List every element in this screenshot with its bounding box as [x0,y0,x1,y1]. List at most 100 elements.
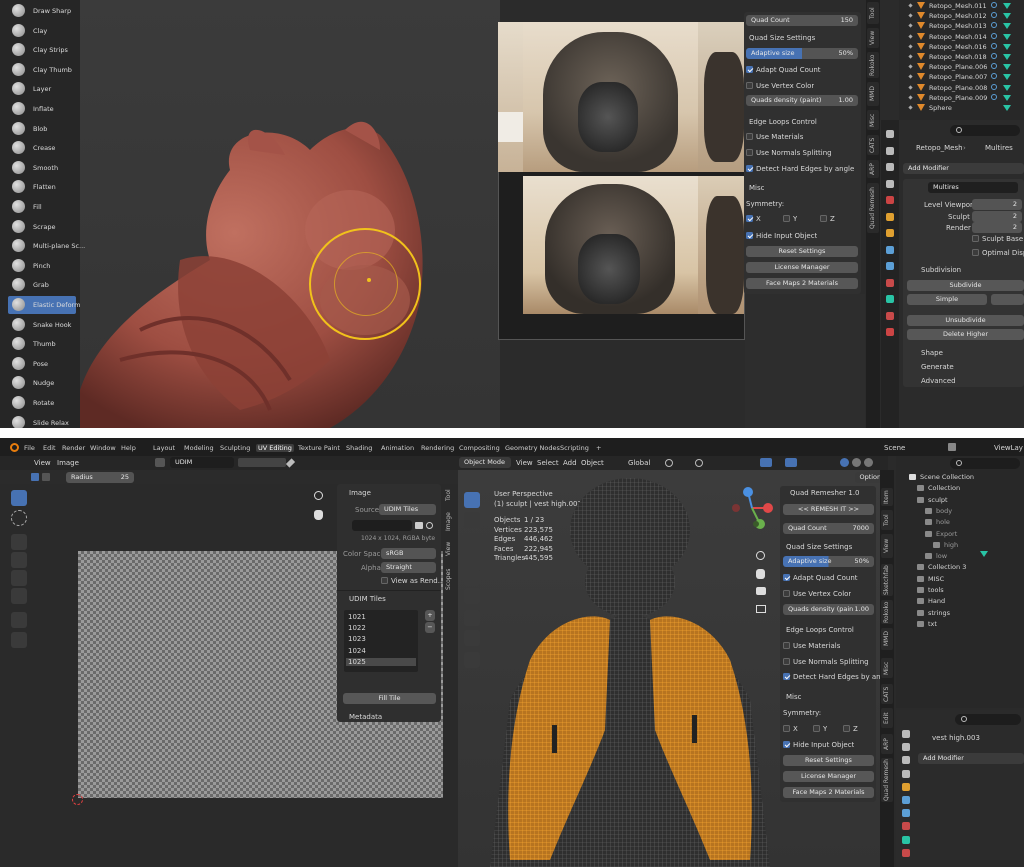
uv-tool-icon-2[interactable] [42,473,50,481]
menu-window[interactable]: Window [90,444,116,452]
add-tile-button[interactable]: + [425,610,435,621]
quads-density-field-bottom[interactable]: Quads density (pain 1.00 [783,604,874,615]
add-modifier-dropdown-bottom[interactable]: Add Modifier [918,753,1024,764]
properties-tab-icon[interactable] [886,146,894,155]
workspace-tab[interactable]: Texture Paint [298,444,340,452]
shading-render-icon[interactable] [864,458,873,467]
2d-cursor-icon[interactable] [72,794,83,805]
proportional-edit-icon[interactable] [695,459,703,467]
brush-item[interactable]: Nudge [8,374,76,392]
image-path-field[interactable] [352,520,412,531]
brush-item[interactable]: Clay [8,22,76,40]
properties-tab-icon[interactable] [886,328,894,336]
sidebar-tab[interactable]: MMD [881,628,893,650]
linear-button[interactable] [991,294,1024,305]
face-maps-materials-button[interactable]: Face Maps 2 Materials [746,278,858,289]
viewport-view-menu[interactable]: View [516,459,533,467]
properties-tab-icon[interactable] [902,769,910,778]
sidebar-tab[interactable]: Quad Remesh [881,758,893,802]
add-workspace-icon[interactable]: + [596,444,601,452]
properties-tab-icon[interactable] [902,822,910,831]
outliner-item[interactable]: Sphere [903,103,1023,113]
workspace-tab[interactable]: Rendering [421,444,454,452]
menu-help[interactable]: Help [121,444,136,452]
menu-file[interactable]: File [24,444,35,452]
properties-tab-icon[interactable] [886,179,894,188]
uv-sidebar-tab[interactable]: View [443,538,455,560]
uv-sidebar-tab[interactable]: Image [443,510,455,534]
transform-tool-icon[interactable] [11,588,27,604]
face-maps-materials-button-bottom[interactable]: Face Maps 2 Materials [783,787,874,798]
properties-tab-icon[interactable] [886,311,894,320]
properties-tab-icon[interactable] [886,245,894,254]
hide-input-object-checkbox-bottom[interactable] [783,741,790,748]
shape-panel-header[interactable]: Shape [921,349,943,357]
outliner-item[interactable]: Retopo_Plane.006 [903,62,1023,72]
shading-solid-icon[interactable] [840,458,849,467]
outliner-item[interactable]: Collection 3 [903,562,1021,572]
radius-field[interactable]: Radius 25 [66,472,134,483]
brush-item[interactable]: Smooth [8,159,76,177]
source-dropdown[interactable]: UDIM Tiles [379,504,436,515]
image-panel-header[interactable]: Image [349,489,371,497]
expand-arrow-icon[interactable] [908,44,913,49]
symmetry-y-checkbox-bottom[interactable] [813,725,820,732]
use-materials-checkbox-bottom[interactable] [783,642,790,649]
outliner-item[interactable]: Retopo_Mesh.018 [903,52,1023,62]
sidebar-tab[interactable]: Item [881,488,893,506]
sidebar-tab[interactable]: Sketchfab [881,564,893,596]
image-name-field[interactable]: UDIM [170,457,234,468]
reload-icon[interactable] [426,522,433,529]
workspace-tab[interactable]: Geometry Nodes [505,444,560,452]
outliner-item[interactable]: Retopo_Mesh.014 [903,32,1023,42]
unsubdivide-button[interactable]: Unsubdivide [907,315,1024,326]
subdivision-header[interactable]: Subdivision [921,266,961,274]
sculpt-model[interactable] [80,0,500,428]
snap-icon[interactable] [665,459,673,467]
license-manager-button[interactable]: License Manager [746,262,858,273]
outliner-item[interactable]: hole [903,517,1021,527]
simple-button[interactable]: Simple [907,294,987,305]
outliner-item[interactable]: sculpt [903,495,1021,505]
properties-tab-icon[interactable] [902,782,910,791]
workspace-tab[interactable]: Sculpting [220,444,250,452]
sidebar-tab[interactable]: Tool [867,2,879,24]
sidebar-tab[interactable]: MMD [867,82,879,106]
sidebar-tab[interactable]: Misc [881,658,893,678]
udim-tile-item[interactable]: 1022 [346,624,416,632]
outliner-item[interactable]: txt [903,619,1021,629]
properties-tab-icon[interactable] [886,295,894,303]
adapt-quad-count-checkbox-bottom[interactable] [783,574,790,581]
use-normals-splitting-checkbox[interactable] [746,149,753,156]
render-level-field[interactable]: 2 [972,222,1022,233]
sidebar-tab[interactable]: Rokoko [881,600,893,624]
outliner-item[interactable]: Retopo_Mesh.013 [903,21,1023,31]
transform-orientation-dropdown[interactable]: Global [628,459,650,467]
expand-arrow-icon[interactable] [908,74,913,80]
rotate-tool-icon[interactable] [11,552,27,568]
expand-arrow-icon[interactable] [908,13,913,18]
zoom-icon[interactable] [314,491,323,500]
use-materials-checkbox[interactable] [746,133,753,140]
brush-item[interactable]: Blob [8,120,76,138]
brush-item[interactable]: Draw Sharp [8,2,76,20]
view-layer-name[interactable]: ViewLay [994,444,1023,452]
overlay-toggle-icon[interactable] [785,458,797,467]
workspace-tab[interactable]: Shading [346,444,372,452]
uv-tool-icon[interactable] [31,473,39,481]
fill-tile-button[interactable]: Fill Tile [343,693,436,704]
workspace-tab[interactable]: Scripting [560,444,589,452]
properties-tab-icon[interactable] [886,278,894,287]
remove-tile-button[interactable]: − [425,622,435,633]
properties-tab-icon[interactable] [902,743,910,752]
remesh-it-button[interactable]: << REMESH IT >> [783,504,874,515]
outliner-item[interactable]: Hand [903,596,1021,606]
brush-item[interactable]: Inflate [8,100,76,118]
menu-render[interactable]: Render [62,444,85,452]
brush-item[interactable]: Slide Relax [8,414,76,428]
outliner-item[interactable]: Retopo_Plane.009 [903,93,1023,103]
use-normals-splitting-checkbox-bottom[interactable] [783,658,790,665]
symmetry-x-checkbox[interactable] [746,215,753,222]
adaptive-size-slider-bottom[interactable]: Adaptive size 50% [783,556,874,567]
reset-settings-button[interactable]: Reset Settings [746,246,858,257]
